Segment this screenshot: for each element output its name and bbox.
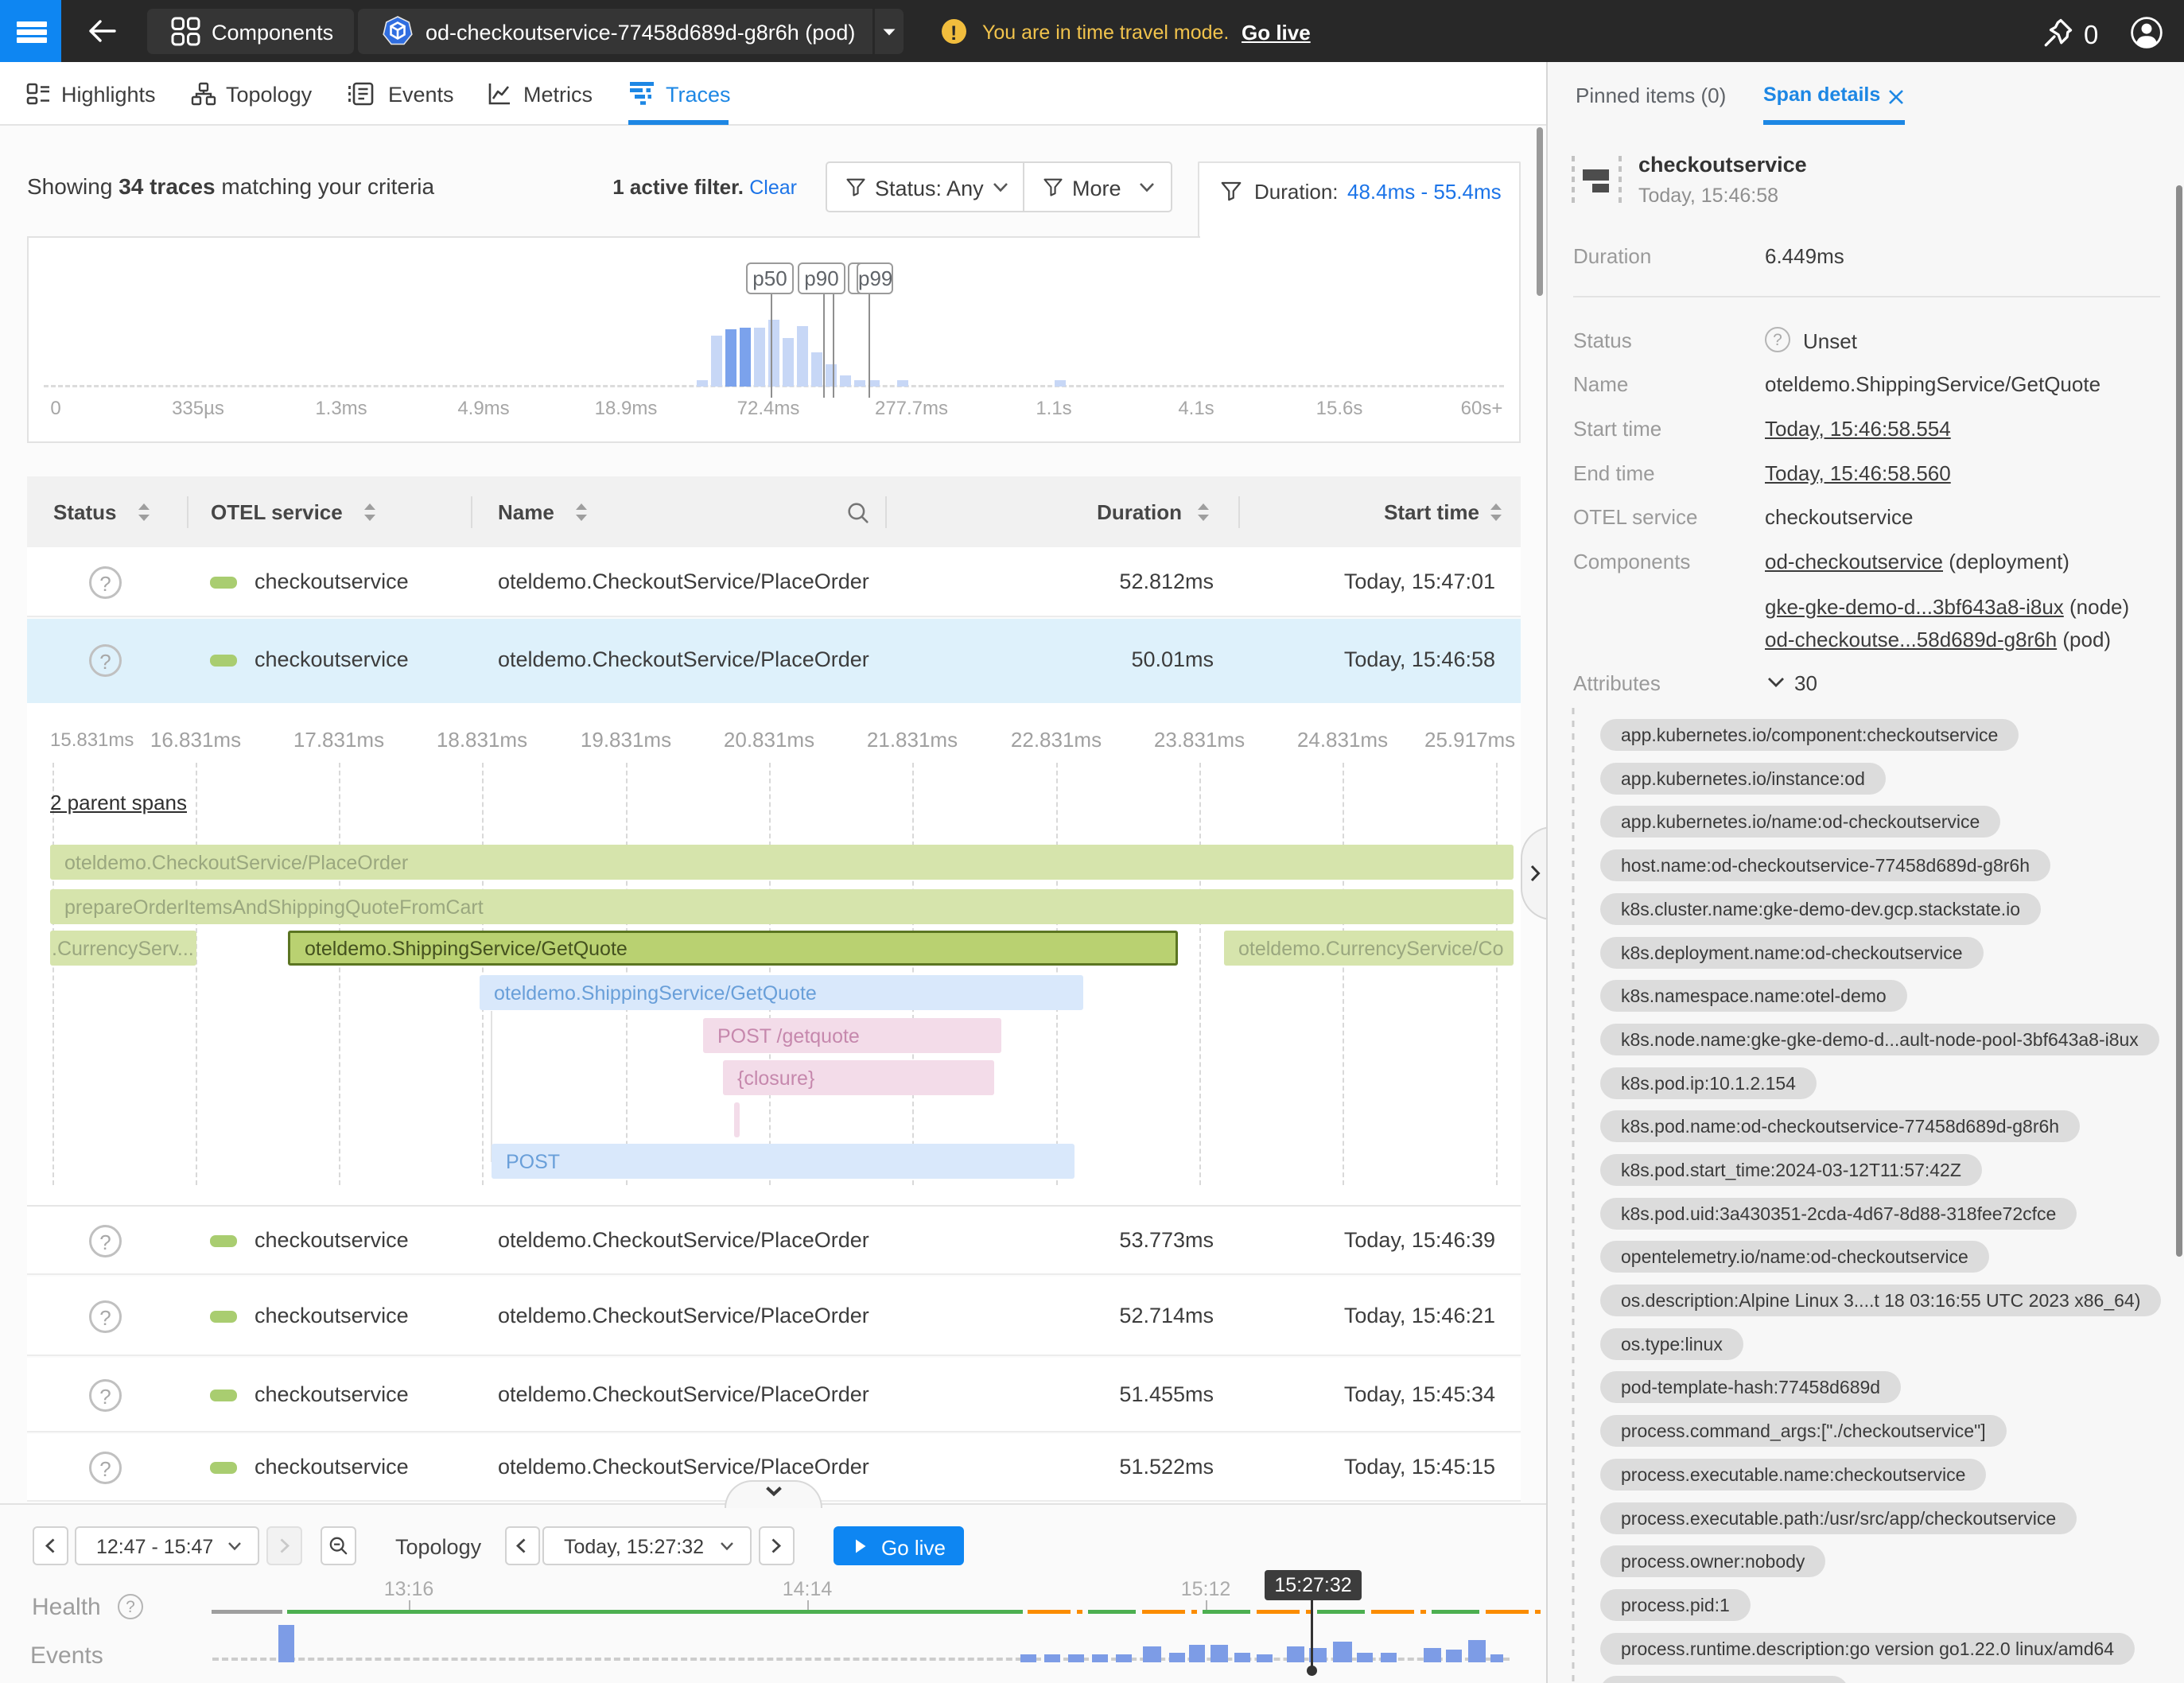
- svg-text:0: 0: [2084, 20, 2098, 49]
